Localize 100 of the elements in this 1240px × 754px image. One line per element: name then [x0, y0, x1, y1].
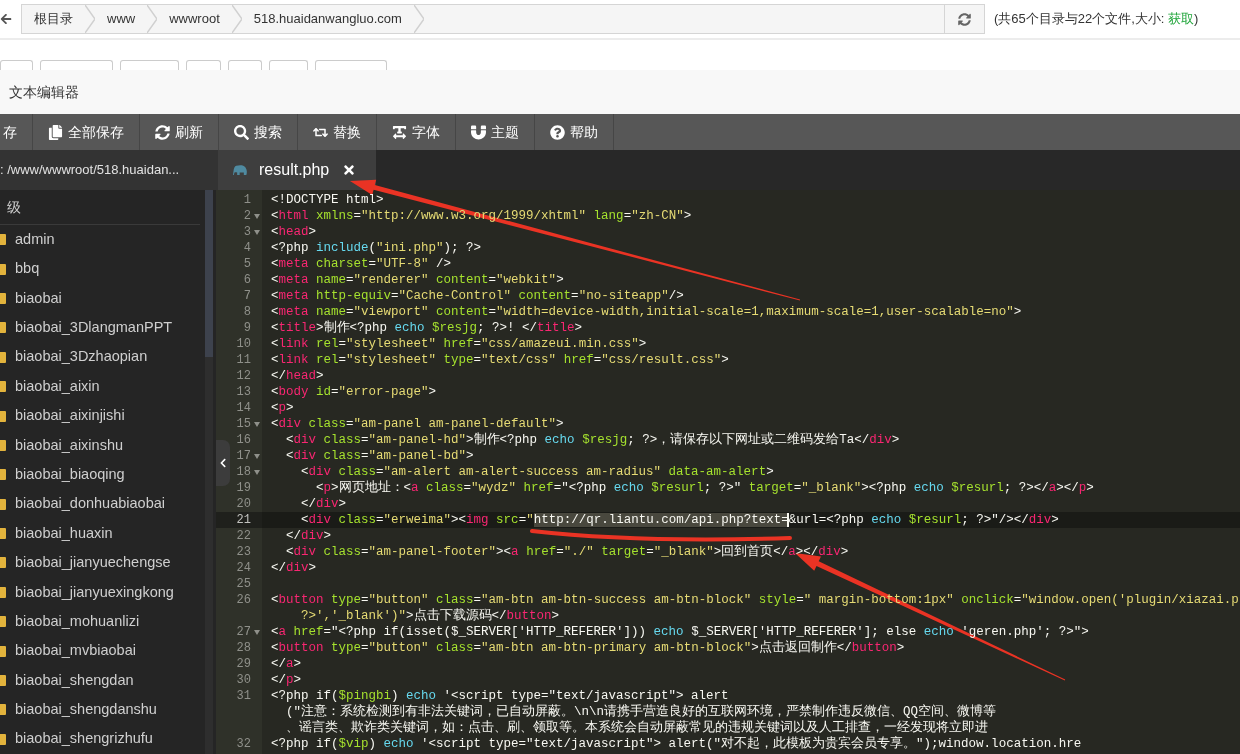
folder-item[interactable]: biaobai_mohuanlizi — [0, 607, 205, 637]
code-line: ?>','_blank')">点击下载源码</button> — [300, 609, 560, 623]
folder-item[interactable]: biaobai — [0, 283, 205, 314]
code-line: <p>网页地址：<a class="wydz" href="<?php echo $resurl; ?>" target="_blank"><?php echo $resurl; ?></a></p> — [315, 481, 1094, 495]
folder-item[interactable]: biaobai_shengdanshu — [0, 695, 205, 725]
folder-icon — [0, 498, 6, 510]
refresh-icon — [958, 12, 971, 26]
folder-item[interactable]: biaobai_aixinjishi — [0, 401, 205, 431]
line-number: 18 — [236, 464, 251, 480]
folder-icon — [0, 469, 6, 481]
line-number: 4 — [243, 240, 251, 256]
line-number: 12 — [236, 368, 251, 384]
code-line: ("注意：系统检测到有非法关键词，已自动屏蔽。\n\n请携手营造良好的互联网环境，严禁制作违反微信、QQ空间、微博等 — [286, 705, 996, 719]
code-line: <!DOCTYPE html> — [271, 193, 384, 207]
folder-icon — [0, 292, 6, 304]
folder-item[interactable]: biaobai_jianyuechengse — [0, 548, 205, 578]
line-number: 2 — [243, 208, 251, 224]
folder-item[interactable]: biaobai_shengrizhufu — [0, 724, 205, 754]
line-number: 7 — [243, 288, 251, 304]
scrollbar-thumb[interactable] — [205, 190, 213, 357]
code-line: </head> — [271, 369, 324, 383]
line-number: 9 — [243, 320, 251, 336]
fold-icon[interactable] — [253, 469, 260, 475]
line-number: 28 — [236, 640, 251, 656]
line-number: 17 — [236, 448, 251, 464]
line-number: 23 — [236, 544, 251, 560]
folder-icon — [0, 586, 6, 598]
code-line: <div class="am-panel am-panel-default"> — [271, 417, 564, 431]
folder-item[interactable]: biaobai_jianyuexingkong — [0, 577, 205, 608]
code-line: <div class="am-panel-footer"><a href="./" target="_blank">回到首页</a></div> — [285, 545, 849, 559]
back-arrow-icon[interactable] — [0, 13, 12, 25]
code-line: <div class="am-alert am-alert-success am-radius" data-am-alert> — [300, 465, 774, 479]
folder-icon — [0, 675, 6, 687]
help-icon — [550, 124, 565, 140]
code-line: <div class="am-panel-hd">制作<?php echo $resjg; ?>，请保存以下网址或二维码发给Ta</div> — [285, 433, 900, 447]
folder-item[interactable]: biaobai_huaxin — [0, 518, 205, 549]
folder-item[interactable]: bbq — [0, 254, 205, 284]
line-number: 30 — [236, 672, 251, 688]
line-number: 26 — [236, 592, 251, 608]
code-line: <head> — [271, 225, 317, 239]
line-number: 19 — [236, 480, 251, 496]
folder-icon — [0, 381, 6, 393]
folder-icon — [0, 234, 6, 246]
fold-icon[interactable] — [253, 453, 260, 459]
line-number: 27 — [236, 624, 251, 640]
folder-item[interactable]: admin — [0, 225, 205, 255]
folder-item[interactable]: biaobai_shengdan — [0, 665, 205, 696]
chevron-left-icon — [219, 458, 227, 468]
folder-icon — [0, 410, 6, 422]
code-line: <?php if($vip) echo '<script type="text/javascript"> alert("对不起，此模板为贵宾会员专享。");window.location.hre — [271, 737, 1082, 751]
folder-item[interactable]: biaobai_aixin — [0, 371, 205, 402]
fold-icon[interactable] — [253, 213, 260, 219]
folder-item[interactable]: biaobai_aixinshu — [0, 430, 205, 461]
folder-icon — [0, 733, 6, 745]
refresh-icon — [155, 124, 170, 140]
elephant-icon — [233, 165, 248, 175]
line-number: 6 — [243, 272, 251, 288]
parent-folder-item[interactable]: 级 — [0, 190, 200, 225]
code-line: <div class="am-panel-bd"> — [285, 449, 474, 463]
line-number: 10 — [236, 336, 251, 352]
breadcrumb-link[interactable]: 根目录 — [22, 5, 85, 33]
code-line: <?php include("ini.php"); ?> — [271, 241, 482, 255]
search-icon — [234, 124, 249, 140]
code-line: <meta name="viewport" content="width=device-width,initial-scale=1,maximum-scale=1,user-scalable=no"> — [271, 305, 1022, 319]
files-icon — [48, 124, 63, 140]
breadcrumb-link[interactable]: www — [95, 5, 148, 33]
folder-icon — [0, 351, 6, 363]
line-number: 5 — [243, 256, 251, 272]
line-number: 20 — [236, 496, 251, 512]
folder-item[interactable]: biaobai_biaoqing — [0, 460, 205, 490]
file-path: : /www/wwwroot/518.huaidan... — [0, 161, 180, 180]
folder-icon — [0, 645, 6, 657]
folder-item[interactable]: biaobai_donhuabiaobai — [0, 489, 205, 519]
breadcrumb-link[interactable]: wwwroot — [157, 5, 232, 33]
folder-item[interactable]: biaobai_mvbiaobai — [0, 636, 205, 666]
line-number: 22 — [236, 528, 251, 544]
text-width-icon — [392, 124, 407, 140]
collapse-sidebar-button[interactable] — [216, 440, 230, 486]
fold-icon[interactable] — [253, 629, 260, 635]
breadcrumb-link[interactable]: 518.huaidanwangluo.com — [241, 5, 414, 33]
close-icon[interactable] — [342, 163, 357, 177]
magnet-icon — [471, 124, 486, 140]
code-line: </p> — [271, 673, 302, 687]
code-line: <a href="<?php if(isset($_SERVER['HTTP_REFERER'])) echo $_SERVER['HTTP_REFERER']; else echo 'geren.php'; ?>"> — [271, 625, 1089, 639]
refresh-button[interactable] — [945, 4, 985, 34]
code-line: <meta name="renderer" content="webkit"> — [271, 273, 564, 287]
line-number: 21 — [236, 512, 251, 528]
code-line: </div> — [285, 529, 332, 543]
line-number: 24 — [236, 560, 251, 576]
file-tab[interactable]: result.php — [218, 150, 376, 190]
code-line: <p> — [271, 401, 294, 415]
folder-item[interactable]: biaobai_3Dzhaopian — [0, 342, 205, 372]
line-number: 32 — [236, 736, 251, 752]
folder-item[interactable]: biaobai_3DlangmanPPT — [0, 313, 205, 343]
line-number: 15 — [236, 416, 251, 432]
code-line: </a> — [271, 657, 302, 671]
fold-icon[interactable] — [253, 421, 260, 427]
fold-icon[interactable] — [253, 229, 260, 235]
code-line: <link rel="stylesheet" type="text/css" href="css/result.css"> — [271, 353, 729, 367]
line-number: 13 — [236, 384, 251, 400]
